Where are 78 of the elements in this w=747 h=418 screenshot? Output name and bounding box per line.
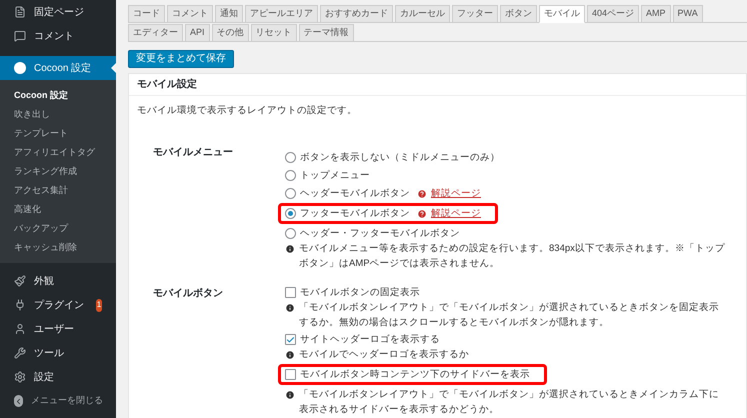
wrench-icon	[14, 347, 26, 359]
option-label[interactable]: モバイルボタン時コンテンツ下のサイドバーを表示	[300, 368, 530, 382]
info-icon	[285, 390, 295, 400]
help-text: モバイルでヘッダーロゴを表示するか	[299, 348, 469, 362]
sidebar-item[interactable]: Cocoon 設定	[0, 56, 116, 80]
settings-tab[interactable]: その他	[212, 24, 249, 42]
settings-tab[interactable]: おすすめカード	[320, 5, 393, 23]
sidebar-item[interactable]: 外観	[0, 269, 116, 293]
collapse-menu-button[interactable]: メニューを閉じる	[0, 389, 116, 413]
help-page-link[interactable]: 解説ページ	[431, 206, 481, 221]
info-icon	[285, 244, 295, 254]
sidebar-item[interactable]: コメント	[0, 24, 116, 48]
checkbox[interactable]	[285, 287, 296, 298]
help-icon	[417, 208, 427, 219]
setting-label: モバイルメニュー	[152, 146, 234, 160]
settings-icon	[14, 371, 26, 383]
submenu-item[interactable]: 高速化	[0, 200, 116, 219]
page-icon	[14, 6, 26, 18]
help-text: 「モバイルボタンレイアウト」で「モバイルボタン」が選択されているときメインカラム下に表示されるサイドバーを表示するかどうか。	[299, 388, 720, 418]
option-label[interactable]: ボタンを表示しない（ミドルメニューのみ）	[300, 150, 500, 165]
checkbox[interactable]	[285, 334, 296, 346]
submenu-item[interactable]: ランキング作成	[0, 162, 116, 181]
radio-button[interactable]	[285, 188, 296, 200]
save-button[interactable]: 変更をまとめて保存	[128, 50, 234, 68]
sidebar-item[interactable]: プラグイン 1	[0, 293, 116, 317]
settings-tab[interactable]: リセット	[250, 24, 297, 42]
sidebar-item[interactable]: 固定ページ	[0, 0, 116, 24]
help-text: 「モバイルボタンレイアウト」で「モバイルボタン」が選択されているときボタンを固定表示するか。無効の場合はスクロールするとモバイルボタンが隠れます。	[299, 301, 720, 330]
option-label[interactable]: ヘッダー・フッターモバイルボタン	[300, 226, 460, 241]
radio-button[interactable]	[285, 152, 296, 164]
panel-title: モバイル設定	[129, 74, 746, 96]
panel-description: モバイル環境で表示するレイアウトの設定です。	[137, 104, 358, 118]
option-label[interactable]: トップメニュー	[300, 168, 370, 183]
settings-tab[interactable]: コメント	[167, 5, 213, 23]
settings-tab[interactable]: カルーセル	[395, 5, 450, 23]
setting-label: モバイルボタン	[152, 287, 224, 302]
submenu-item[interactable]: キャッシュ削除	[0, 238, 116, 257]
help-page-link[interactable]: 解説ページ	[431, 186, 481, 201]
settings-tab[interactable]: PWA	[672, 5, 703, 23]
settings-tab[interactable]: ボタン	[500, 5, 537, 23]
submenu-item[interactable]: バックアップ	[0, 219, 116, 238]
submenu-item[interactable]: Cocoon 設定	[0, 86, 116, 105]
option-label[interactable]: ヘッダーモバイルボタン	[300, 186, 410, 201]
info-icon	[285, 350, 295, 360]
settings-tab[interactable]: アピールエリア	[245, 5, 318, 23]
help-icon	[417, 188, 427, 199]
current-pointer-icon	[111, 63, 116, 73]
submenu-item[interactable]: テンプレート	[0, 124, 116, 143]
settings-tab[interactable]: テーマ情報	[298, 24, 354, 42]
settings-tab[interactable]: AMP	[641, 5, 671, 23]
settings-tab[interactable]: 通知	[215, 5, 243, 23]
brush-icon	[14, 275, 26, 287]
collapse-icon	[14, 395, 23, 407]
sidebar-item[interactable]: 設定	[0, 365, 116, 389]
settings-tab[interactable]: 404ページ	[587, 5, 640, 23]
radio-button[interactable]	[285, 228, 296, 240]
settings-tab[interactable]: エディター	[128, 24, 183, 42]
info-icon	[285, 303, 295, 314]
settings-tab[interactable]: コード	[128, 5, 165, 23]
radio-button[interactable]	[285, 170, 296, 182]
plug-icon	[14, 299, 26, 311]
submenu-item[interactable]: アフィリエイトタグ	[0, 143, 116, 162]
sidebar-item[interactable]: ユーザー	[0, 317, 116, 341]
submenu-item[interactable]: アクセス集計	[0, 181, 116, 200]
help-text: モバイルメニュー等を表示するための設定を行います。834px以下で表示されます。※「トップボタン」はAMPページでは表示されません。	[299, 242, 726, 272]
option-label[interactable]: フッターモバイルボタン	[300, 206, 410, 221]
checkbox[interactable]	[285, 369, 296, 380]
radio-button[interactable]	[285, 208, 296, 220]
settings-tab[interactable]: モバイル	[539, 5, 585, 23]
notification-badge: 1	[96, 298, 102, 312]
option-label[interactable]: サイトヘッダーロゴを表示する	[300, 332, 440, 347]
settings-tab[interactable]: API	[185, 24, 210, 42]
settings-tab[interactable]: フッター	[452, 5, 498, 23]
submenu-item[interactable]: 吹き出し	[0, 105, 116, 124]
sidebar-item[interactable]: ツール	[0, 341, 116, 365]
option-label[interactable]: モバイルボタンの固定表示	[300, 286, 420, 300]
user-icon	[14, 323, 26, 335]
comment-icon	[14, 30, 26, 42]
